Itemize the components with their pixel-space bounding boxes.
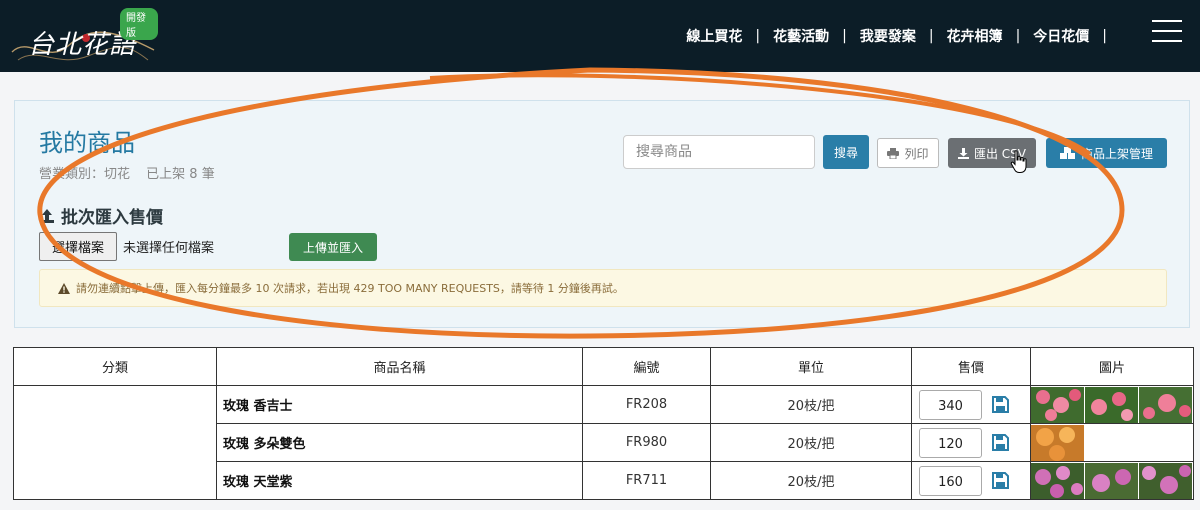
- upload-icon: [40, 208, 54, 223]
- price-cell: [911, 461, 1031, 500]
- category-cell: [13, 385, 217, 500]
- product-listing-manage-button[interactable]: 商品上架管理: [1046, 138, 1167, 168]
- product-code: FR711: [582, 461, 711, 500]
- save-icon[interactable]: [992, 434, 1009, 451]
- price-input[interactable]: [919, 427, 982, 458]
- printer-icon: [887, 147, 900, 159]
- product-code: FR208: [582, 385, 711, 424]
- product-unit: 20枝/把: [710, 423, 912, 462]
- product-code: FR980: [582, 423, 711, 462]
- price-cell: [911, 423, 1031, 462]
- image-cell: [1030, 385, 1194, 424]
- nav-separator: |: [1102, 28, 1107, 44]
- nav-buy-flowers[interactable]: 線上買花: [682, 26, 746, 46]
- hamburger-menu-icon[interactable]: [1152, 20, 1182, 42]
- product-thumbnail[interactable]: [1031, 424, 1084, 461]
- price-input[interactable]: [919, 389, 982, 420]
- product-name: 玫瑰 香吉士: [216, 385, 583, 424]
- product-thumbnail[interactable]: [1139, 386, 1192, 423]
- business-category: 營業類別：切花: [39, 167, 131, 182]
- col-header-image: 圖片: [1030, 347, 1194, 386]
- save-icon[interactable]: [992, 472, 1009, 489]
- table-row: 玫瑰 香吉士 FR208 20枝/把: [13, 385, 1194, 500]
- product-thumbnail[interactable]: [1139, 462, 1192, 499]
- product-name: 玫瑰 天堂紫: [216, 461, 583, 500]
- image-cell: [1030, 423, 1194, 462]
- download-icon: [957, 147, 969, 159]
- dev-badge: 開發版: [120, 8, 158, 40]
- price-cell: [911, 385, 1031, 424]
- upload-import-button[interactable]: 上傳並匯入: [289, 233, 377, 261]
- rate-limit-warning: 請勿連續點擊上傳，匯入每分鐘最多 10 次請求，若出現 429 TOO MANY…: [39, 269, 1167, 307]
- print-label: 列印: [904, 146, 929, 161]
- search-button[interactable]: 搜尋: [823, 135, 869, 169]
- choose-file-button[interactable]: 選擇檔案: [39, 232, 117, 261]
- col-header-category: 分類: [13, 347, 217, 386]
- nav-separator: |: [755, 28, 761, 44]
- product-thumbnail[interactable]: [1031, 462, 1084, 499]
- product-thumbnail[interactable]: [1085, 462, 1138, 499]
- store-info: 營業類別：切花 已上架 8 筆: [39, 163, 227, 182]
- product-unit: 20枝/把: [710, 385, 912, 424]
- col-header-code: 編號: [582, 347, 711, 386]
- col-header-price: 售價: [911, 347, 1031, 386]
- nav-today-prices[interactable]: 今日花價: [1029, 26, 1093, 46]
- print-button[interactable]: 列印: [877, 138, 939, 168]
- nav-post-job[interactable]: 我要發案: [856, 26, 920, 46]
- cubes-icon: [1059, 147, 1075, 159]
- my-products-panel: 我的商品 營業類別：切花 已上架 8 筆 搜尋 列印 匯出 CSV 商品上架管理…: [14, 100, 1190, 328]
- hand-cursor-icon: [1010, 150, 1027, 173]
- col-header-unit: 單位: [710, 347, 912, 386]
- top-navbar: 台北花語 開發版 線上買花 | 花藝活動 | 我要發案 | 花卉相簿 | 今日花…: [0, 0, 1200, 72]
- manage-label: 商品上架管理: [1080, 146, 1153, 161]
- warning-icon: [58, 282, 70, 294]
- warning-text: 請勿連續點擊上傳，匯入每分鐘最多 10 次請求，若出現 429 TOO MANY…: [76, 282, 624, 295]
- product-thumbnail[interactable]: [1085, 386, 1138, 423]
- col-header-name: 商品名稱: [216, 347, 583, 386]
- table-header-row: 分類 商品名稱 編號 單位 售價 圖片: [13, 347, 1194, 386]
- image-cell: [1030, 461, 1194, 500]
- nav-separator: |: [928, 28, 934, 44]
- product-thumbnail[interactable]: [1031, 386, 1084, 423]
- price-input[interactable]: [919, 465, 982, 496]
- product-unit: 20枝/把: [710, 461, 912, 500]
- main-nav: 線上買花 | 花藝活動 | 我要發案 | 花卉相簿 | 今日花價 |: [682, 26, 1116, 46]
- site-logo[interactable]: 台北花語 開發版: [8, 6, 158, 66]
- listed-count: 已上架 8 筆: [146, 167, 215, 182]
- batch-import-title: 批次匯入售價: [61, 208, 163, 228]
- save-icon[interactable]: [992, 396, 1009, 413]
- batch-import-heading: 批次匯入售價: [39, 203, 163, 228]
- file-status: 未選擇任何檔案: [123, 241, 215, 256]
- nav-floral-events[interactable]: 花藝活動: [769, 26, 833, 46]
- product-search-input[interactable]: [623, 135, 815, 169]
- product-name: 玫瑰 多朵雙色: [216, 423, 583, 462]
- products-table: 分類 商品名稱 編號 單位 售價 圖片 玫瑰 香吉士 FR208 20枝/把 3…: [13, 347, 1194, 500]
- nav-separator: |: [1015, 28, 1021, 44]
- page-title: 我的商品: [39, 129, 135, 157]
- nav-flower-album[interactable]: 花卉相簿: [943, 26, 1007, 46]
- nav-separator: |: [842, 28, 847, 44]
